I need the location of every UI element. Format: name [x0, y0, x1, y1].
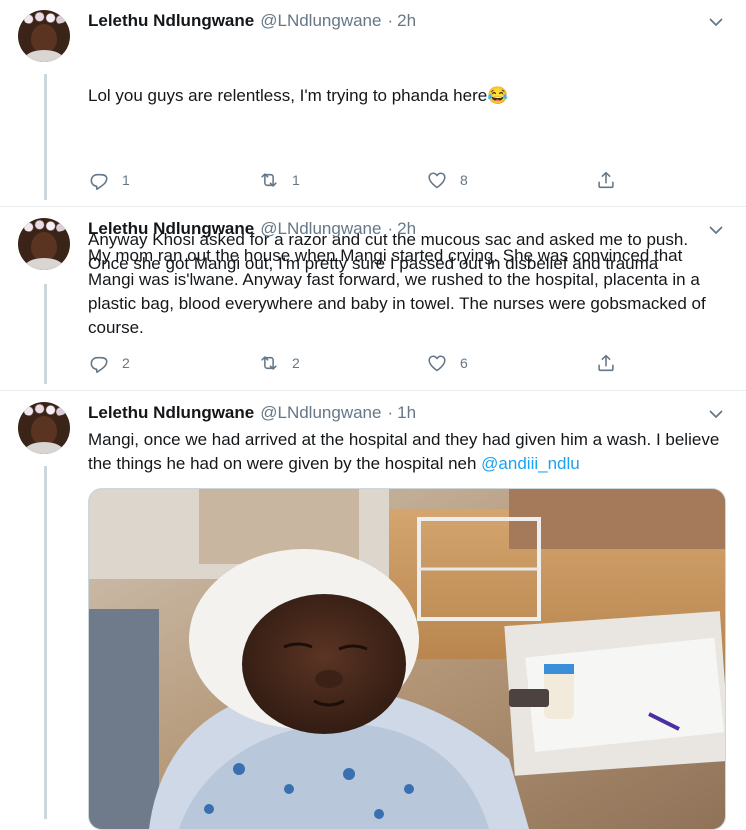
reply-count: 1 [122, 172, 130, 188]
share-icon [595, 352, 617, 374]
like-count: 8 [460, 172, 468, 188]
reply-icon [88, 352, 110, 374]
avatar[interactable] [18, 10, 70, 62]
timestamp[interactable]: 2h [397, 219, 416, 239]
tweet[interactable]: Lelethu Ndlungwane @LNdlungwane · 2h My … [0, 218, 746, 390]
retweet-count: 2 [292, 355, 300, 371]
tweet-text: My mom ran out the house when Mangi star… [88, 246, 711, 337]
like-icon [426, 352, 448, 374]
retweet-button[interactable]: 2 [258, 352, 300, 374]
avatar[interactable] [18, 218, 70, 270]
chevron-down-icon[interactable] [708, 222, 724, 238]
avatar[interactable] [18, 402, 70, 454]
reply-button[interactable]: 2 [88, 352, 130, 374]
tweet-text-line: Lol you guys are relentless, I'm trying … [88, 86, 509, 105]
like-count: 6 [460, 355, 468, 371]
reply-icon [88, 169, 110, 191]
user-handle[interactable]: @LNdlungwane [260, 403, 381, 423]
tweet-header: Lelethu Ndlungwane @LNdlungwane · 2h [88, 218, 416, 240]
like-button[interactable]: 6 [426, 352, 468, 374]
chevron-down-icon[interactable] [708, 406, 724, 422]
reply-button[interactable]: 1 [88, 169, 130, 191]
display-name[interactable]: Lelethu Ndlungwane [88, 219, 254, 239]
share-button[interactable] [595, 352, 617, 374]
divider [0, 206, 746, 207]
separator-dot: · [387, 11, 394, 30]
tweet-actions: 2 2 6 [88, 352, 628, 376]
timestamp[interactable]: 1h [397, 403, 416, 423]
tweet-header: Lelethu Ndlungwane @LNdlungwane · 2h [88, 10, 416, 32]
retweet-icon [258, 169, 280, 191]
like-button[interactable]: 8 [426, 169, 468, 191]
retweet-icon [258, 352, 280, 374]
like-icon [426, 169, 448, 191]
retweet-count: 1 [292, 172, 300, 188]
mention-link[interactable]: @andiii_ndlu [481, 454, 580, 473]
share-icon [595, 169, 617, 191]
newborn-baby-photo [89, 489, 725, 829]
tweet-header: Lelethu Ndlungwane @LNdlungwane · 1h [88, 402, 416, 424]
tweet-text-content: Mangi, once we had arrived at the hospit… [88, 430, 729, 473]
share-button[interactable] [595, 169, 617, 191]
separator-dot: · [387, 403, 394, 422]
retweet-button[interactable]: 1 [258, 169, 300, 191]
reply-count: 2 [122, 355, 130, 371]
chevron-down-icon[interactable] [708, 14, 724, 30]
user-handle[interactable]: @LNdlungwane [260, 219, 381, 239]
separator-dot: · [387, 219, 394, 238]
display-name[interactable]: Lelethu Ndlungwane [88, 403, 254, 423]
tweet-actions: 1 1 8 [88, 169, 628, 193]
divider [0, 390, 746, 391]
tweet-media-photo[interactable] [88, 488, 726, 830]
tweet[interactable]: Lelethu Ndlungwane @LNdlungwane · 2h Lol… [0, 10, 746, 273]
user-handle[interactable]: @LNdlungwane [260, 11, 381, 31]
timestamp[interactable]: 2h [397, 11, 416, 31]
tweet-text: Mangi, once we had arrived at the hospit… [88, 428, 728, 476]
display-name[interactable]: Lelethu Ndlungwane [88, 11, 254, 31]
